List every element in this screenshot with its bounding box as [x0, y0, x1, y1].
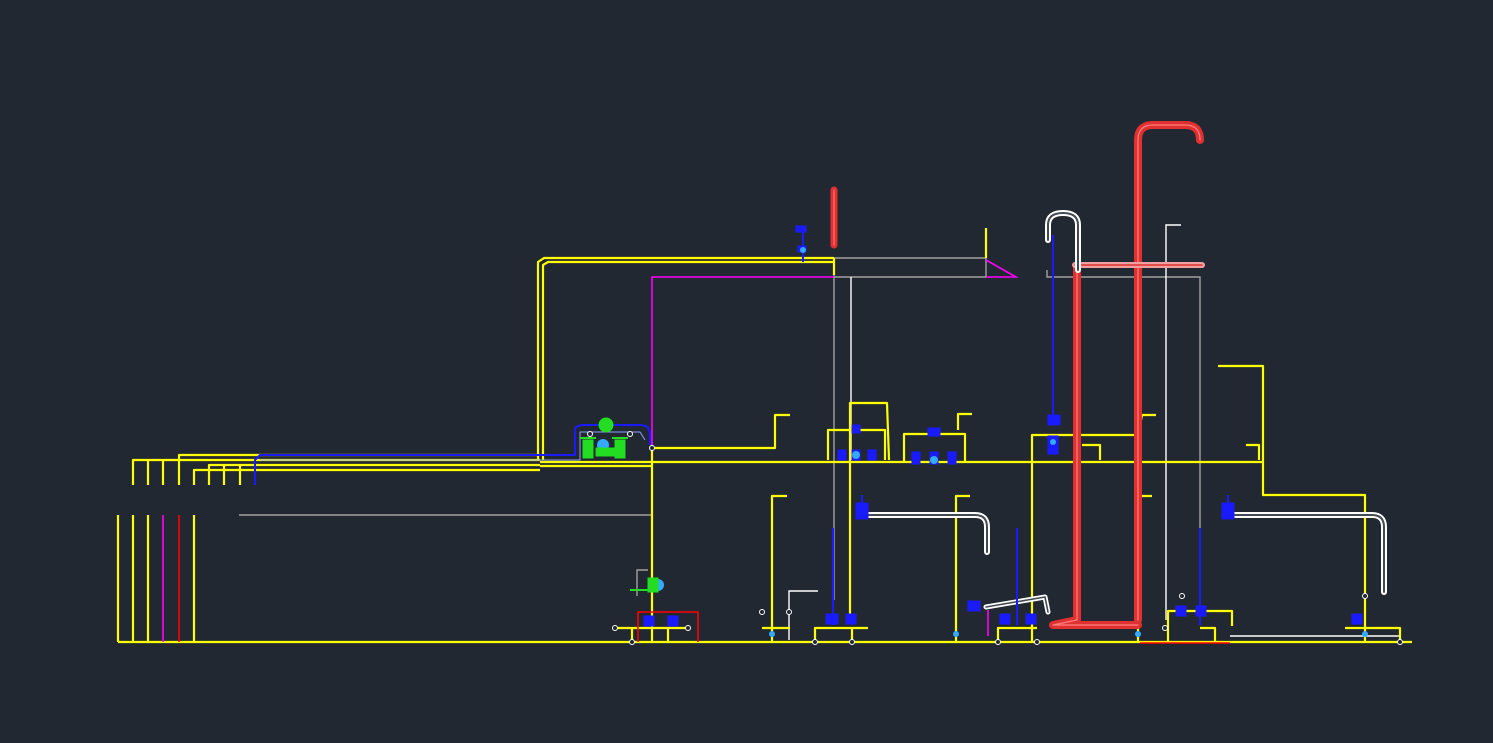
red-riser-tall	[1134, 121, 1204, 624]
magenta-line	[651, 276, 834, 445]
piping-isometric-drawing	[116, 121, 1412, 645]
valve-icon-10	[1175, 605, 1363, 625]
red-riser-mid	[1049, 264, 1142, 629]
green-valve-icon-1	[580, 437, 596, 459]
gray-valve-stem	[636, 569, 648, 596]
white-small-stem	[788, 590, 818, 640]
valve-icon-9	[825, 613, 1037, 625]
valve-group	[643, 225, 1363, 627]
right-tall-bracket	[1218, 364, 1367, 642]
magenta-diagonal	[985, 259, 1020, 278]
white-pipe-group	[865, 210, 1387, 615]
green-control-valve-group	[580, 417, 659, 593]
valve-icon-2	[1221, 495, 1235, 520]
upper-loop-pipe	[536, 256, 834, 460]
gray-top-frame	[833, 257, 987, 278]
valve-icon-8	[851, 424, 861, 434]
gray-line-group	[239, 257, 1201, 600]
blue-pipe-group	[254, 230, 1201, 625]
hook-pipe-1	[652, 413, 790, 450]
control-valve-actuator-icon	[598, 417, 614, 433]
green-valve-icon-3	[630, 577, 659, 593]
right-small-hook	[1246, 443, 1261, 460]
valve-icon-11	[643, 615, 679, 627]
cyan-valve-group	[597, 247, 1368, 637]
valve-icon-1	[855, 495, 869, 520]
hook-pipe-2	[770, 494, 787, 642]
upper-loop-pipe-inner	[541, 260, 834, 460]
node-marker-group	[587, 431, 1403, 645]
yellow-pipe-group	[116, 228, 1412, 644]
upper-stub-6	[207, 463, 540, 485]
white-line-group	[788, 224, 1400, 640]
upper-stub-5	[192, 468, 540, 485]
white-branch-1	[865, 512, 990, 555]
white-branch-2	[1232, 512, 1387, 595]
right-loop-2	[1082, 443, 1102, 460]
center-right-hook	[956, 412, 972, 430]
valve-icon-4	[967, 600, 981, 612]
white-right-riser	[1165, 224, 1181, 620]
